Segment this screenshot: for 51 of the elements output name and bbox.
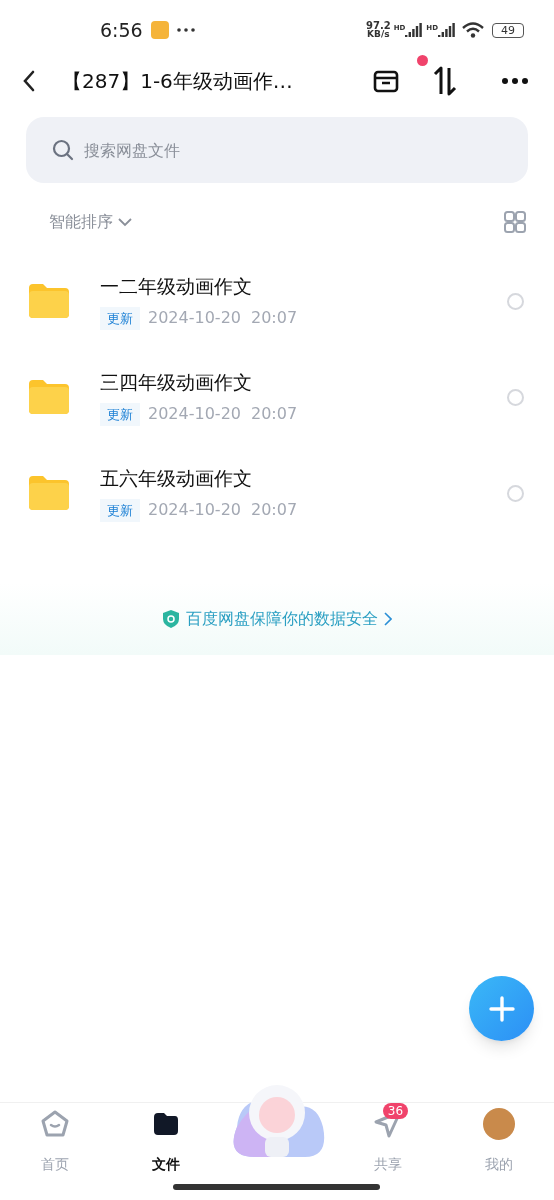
file-row[interactable]: 三四年级动画作文 更新 2024-10-20 20:07 <box>0 349 554 445</box>
update-tag: 更新 <box>100 498 140 522</box>
search-field[interactable]: 搜索网盘文件 <box>26 117 528 183</box>
more-notifications-icon <box>176 28 195 32</box>
nav-tab[interactable]: 首页 <box>0 1107 111 1175</box>
select-radio[interactable] <box>507 484 524 502</box>
count-badge: 36 <box>382 1103 409 1119</box>
chevron-right-icon <box>384 612 392 626</box>
shield-icon <box>162 609 180 629</box>
notification-app-icon <box>150 21 169 39</box>
folder-name: 一二年级动画作文 <box>100 273 253 299</box>
more-icon[interactable] <box>502 78 528 84</box>
folder-icon <box>152 1111 181 1137</box>
modified-time: 20:07 <box>251 403 298 426</box>
avatar <box>482 1108 515 1140</box>
folder-icon <box>28 475 70 511</box>
modified-date: 2024-10-20 <box>148 499 241 522</box>
back-icon[interactable] <box>22 70 36 92</box>
plus-icon <box>488 995 515 1022</box>
sort-icon[interactable] <box>432 66 458 96</box>
signal-icon <box>438 23 456 37</box>
folder-icon <box>28 379 70 415</box>
modified-time: 20:07 <box>251 499 298 522</box>
modified-time: 20:07 <box>251 307 298 330</box>
update-tag: 更新 <box>100 306 140 330</box>
network-speed: 97.2 <box>365 21 391 30</box>
sort-dropdown[interactable]: 智能排序 <box>49 210 132 234</box>
network-speed-unit: KB/s <box>367 30 390 39</box>
wifi-icon <box>462 22 484 38</box>
search-icon <box>52 139 74 161</box>
modified-date: 2024-10-20 <box>148 307 241 330</box>
file-row[interactable]: 五六年级动画作文 更新 2024-10-20 20:07 <box>0 445 554 541</box>
update-tag: 更新 <box>100 402 140 426</box>
folder-icon <box>28 283 70 319</box>
clock: 6:56 <box>100 17 143 43</box>
nav-tab[interactable]: 文件 <box>110 1107 222 1175</box>
signal-icon <box>405 23 424 37</box>
modified-date: 2024-10-20 <box>148 403 241 426</box>
nav-tab[interactable]: 我的 <box>443 1107 554 1175</box>
folder-name: 五六年级动画作文 <box>100 465 253 491</box>
add-button[interactable] <box>469 976 534 1041</box>
select-radio[interactable] <box>507 292 524 310</box>
select-radio[interactable] <box>507 388 524 406</box>
grid-view-icon[interactable] <box>504 211 526 233</box>
folder-title: 【287】1-6年级动画作… <box>62 68 293 95</box>
file-row[interactable]: 一二年级动画作文 更新 2024-10-20 20:07 <box>0 253 554 349</box>
security-text: 百度网盘保障你的数据安全 <box>186 608 378 630</box>
folder-name: 三四年级动画作文 <box>100 369 253 395</box>
chevron-down-icon <box>118 217 132 227</box>
battery-indicator: 49 <box>492 22 524 38</box>
home-icon <box>40 1109 71 1139</box>
